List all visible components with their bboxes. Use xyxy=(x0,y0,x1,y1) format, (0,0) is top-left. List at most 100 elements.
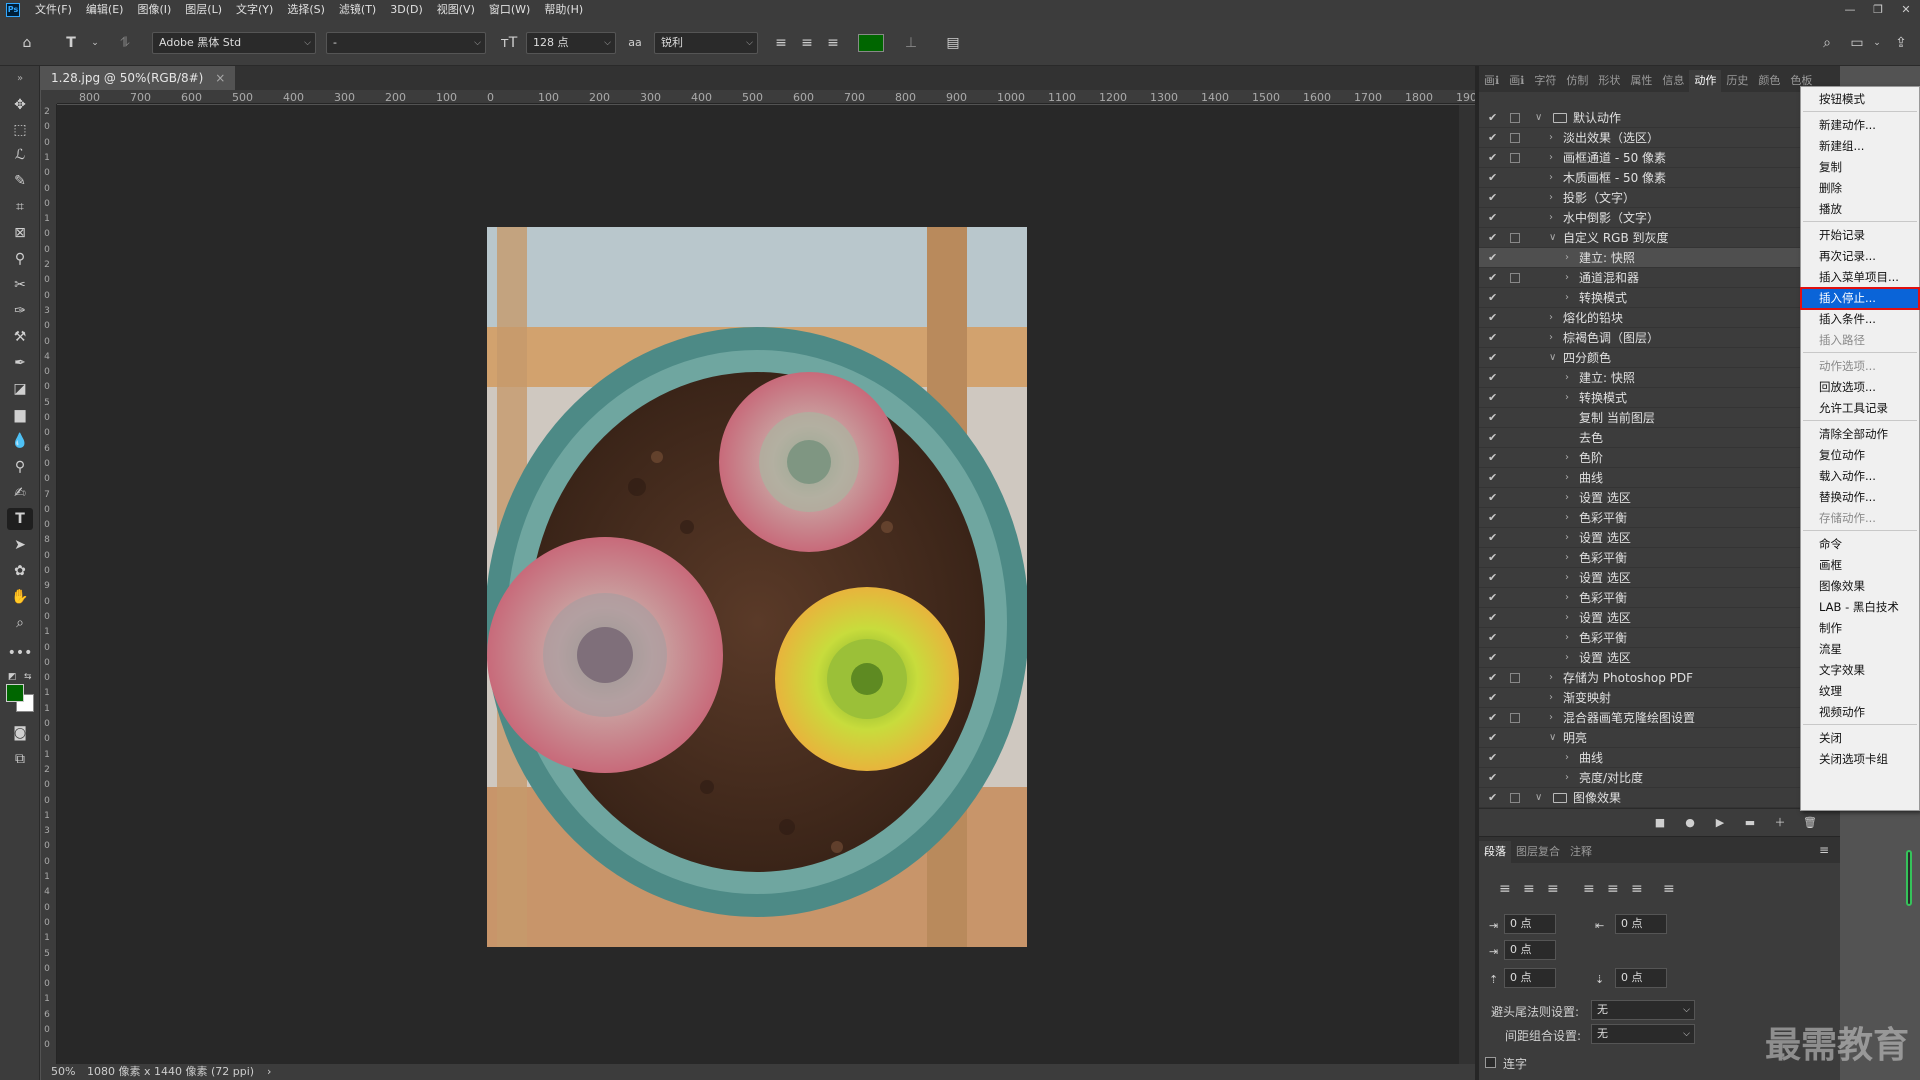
tab-notes[interactable]: 注释 xyxy=(1565,841,1597,863)
status-arrow-icon[interactable]: › xyxy=(267,1064,271,1080)
align-right-icon[interactable]: ≡ xyxy=(822,32,844,54)
menu-item[interactable]: 制作 xyxy=(1801,618,1919,639)
quick-mask-icon[interactable]: ◙ xyxy=(7,722,33,744)
expand-icon[interactable]: › xyxy=(1549,328,1553,348)
justify-last-right-icon[interactable]: ≡ xyxy=(1631,881,1643,897)
restore-button[interactable]: ❐ xyxy=(1864,0,1892,20)
tab-paragraph[interactable]: 段落 xyxy=(1479,841,1511,863)
action-row[interactable]: ✔ › 投影（文字） xyxy=(1479,188,1840,208)
action-row[interactable]: ✔ › 通道混和器 xyxy=(1479,268,1840,288)
menu-item[interactable]: 关闭选项卡组 xyxy=(1801,749,1919,770)
menu-item[interactable]: 插入菜单项目... xyxy=(1801,267,1919,288)
menu-item[interactable]: 视图(V) xyxy=(430,0,482,20)
expand-icon[interactable]: › xyxy=(1549,148,1553,168)
expand-icon[interactable]: ∨ xyxy=(1535,108,1542,128)
expand-icon[interactable]: › xyxy=(1565,388,1569,408)
expand-icon[interactable]: › xyxy=(1565,448,1569,468)
delete-icon[interactable]: 🗑 xyxy=(1801,814,1819,832)
panel-tab[interactable]: 颜色 xyxy=(1753,70,1785,92)
menu-item[interactable]: 编辑(E) xyxy=(79,0,131,20)
default-colors-icon[interactable]: ◩ xyxy=(8,672,18,682)
succulent-photo[interactable] xyxy=(487,227,1027,947)
expand-icon[interactable]: › xyxy=(1549,668,1553,688)
character-panel-icon[interactable]: ▤ xyxy=(942,32,964,54)
panel-scrollbar-thumb[interactable] xyxy=(1906,850,1912,906)
checkmark-icon[interactable]: ✔ xyxy=(1488,488,1497,508)
menu-item[interactable]: 文字效果 xyxy=(1801,660,1919,681)
dialog-toggle-icon[interactable] xyxy=(1510,133,1520,143)
checkmark-icon[interactable]: ✔ xyxy=(1488,248,1497,268)
checkmark-icon[interactable]: ✔ xyxy=(1488,688,1497,708)
hand-tool-icon[interactable]: ✋ xyxy=(7,586,33,608)
checkmark-icon[interactable]: ✔ xyxy=(1488,228,1497,248)
checkmark-icon[interactable]: ✔ xyxy=(1488,728,1497,748)
history-brush-tool-icon[interactable]: ✒ xyxy=(7,352,33,374)
menu-item[interactable]: 流星 xyxy=(1801,639,1919,660)
eyedropper-tool-icon[interactable]: ⚲ xyxy=(7,248,33,270)
swap-colors-icon[interactable]: ⇆ xyxy=(24,672,34,682)
action-row[interactable]: ✔ ∨ 默认动作 xyxy=(1479,108,1840,128)
antialias-select[interactable]: 锐利 ⌵ xyxy=(654,32,758,54)
menu-item[interactable]: 关闭 xyxy=(1801,728,1919,749)
action-row[interactable]: ✔ › 水中倒影（文字） xyxy=(1479,208,1840,228)
action-row[interactable]: ✔ › 转换模式 xyxy=(1479,388,1840,408)
expand-icon[interactable]: › xyxy=(1549,208,1553,228)
lasso-tool-icon[interactable]: ℒ xyxy=(7,144,33,166)
menu-item[interactable]: 3D(D) xyxy=(383,0,430,20)
indent-right-field[interactable]: 0 点 xyxy=(1615,914,1667,934)
checkmark-icon[interactable]: ✔ xyxy=(1488,288,1497,308)
menu-item[interactable]: 清除全部动作 xyxy=(1801,424,1919,445)
checkmark-icon[interactable]: ✔ xyxy=(1488,408,1497,428)
clone-stamp-tool-icon[interactable]: ⚒ xyxy=(7,326,33,348)
collapse-icon[interactable]: » xyxy=(7,68,33,90)
marquee-tool-icon[interactable]: ⬚ xyxy=(7,119,33,141)
expand-icon[interactable]: › xyxy=(1565,608,1569,628)
checkmark-icon[interactable]: ✔ xyxy=(1488,308,1497,328)
menu-item[interactable]: 滤镜(T) xyxy=(332,0,383,20)
justify-all-icon[interactable]: ≡ xyxy=(1663,881,1675,897)
action-row[interactable]: ✔ › 画框通道 - 50 像素 xyxy=(1479,148,1840,168)
action-row[interactable]: ✔ › 色阶 xyxy=(1479,448,1840,468)
text-color-swatch[interactable] xyxy=(858,34,884,52)
close-button[interactable]: ✕ xyxy=(1892,0,1920,20)
space-after-field[interactable]: 0 点 xyxy=(1615,968,1667,988)
blur-tool-icon[interactable]: 💧 xyxy=(7,430,33,452)
expand-icon[interactable]: › xyxy=(1565,548,1569,568)
menu-item[interactable]: 删除 xyxy=(1801,178,1919,199)
menu-item[interactable]: 复位动作 xyxy=(1801,445,1919,466)
panel-tab[interactable]: 动作 xyxy=(1689,70,1722,92)
action-row[interactable]: ✔ › 设置 选区 xyxy=(1479,488,1840,508)
menu-item[interactable]: 开始记录 xyxy=(1801,225,1919,246)
warp-text-icon[interactable]: ⊥ xyxy=(900,32,922,54)
checkmark-icon[interactable]: ✔ xyxy=(1488,748,1497,768)
menu-item[interactable]: 替换动作... xyxy=(1801,487,1919,508)
path-select-tool-icon[interactable]: ➤ xyxy=(7,534,33,556)
action-row[interactable]: ✔ › 色彩平衡 xyxy=(1479,508,1840,528)
expand-icon[interactable]: › xyxy=(1565,748,1569,768)
type-tool-icon[interactable]: T xyxy=(7,508,33,530)
menu-item[interactable]: 复制 xyxy=(1801,157,1919,178)
action-row[interactable]: ✔ › 建立: 快照 xyxy=(1479,248,1840,268)
checkmark-icon[interactable]: ✔ xyxy=(1488,588,1497,608)
menu-item[interactable]: 图像效果 xyxy=(1801,576,1919,597)
dodge-tool-icon[interactable]: ⚲ xyxy=(7,456,33,478)
action-row[interactable]: ✔ ∨ 四分颜色 xyxy=(1479,348,1840,368)
close-tab-icon[interactable]: × xyxy=(215,71,225,85)
search-icon[interactable]: ⌕ xyxy=(1816,32,1838,54)
expand-icon[interactable]: › xyxy=(1565,588,1569,608)
font-size-select[interactable]: 128 点 ⌵ xyxy=(526,32,616,54)
mojikumi-select[interactable]: 无 ⌵ xyxy=(1591,1024,1695,1044)
dialog-toggle-icon[interactable] xyxy=(1510,233,1520,243)
checkmark-icon[interactable]: ✔ xyxy=(1488,568,1497,588)
action-row[interactable]: ✔ › 曲线 xyxy=(1479,468,1840,488)
action-row[interactable]: ✔ › 曲线 xyxy=(1479,748,1840,768)
type-tool-preset-icon[interactable]: T xyxy=(60,32,82,54)
action-row[interactable]: ✔ › 设置 选区 xyxy=(1479,528,1840,548)
minimize-button[interactable]: — xyxy=(1836,0,1864,20)
checkmark-icon[interactable]: ✔ xyxy=(1488,348,1497,368)
record-icon[interactable]: ● xyxy=(1681,814,1699,832)
checkmark-icon[interactable]: ✔ xyxy=(1488,208,1497,228)
healing-tool-icon[interactable]: ✂ xyxy=(7,274,33,296)
hyphenate-checkbox[interactable] xyxy=(1485,1057,1496,1068)
checkmark-icon[interactable]: ✔ xyxy=(1488,468,1497,488)
